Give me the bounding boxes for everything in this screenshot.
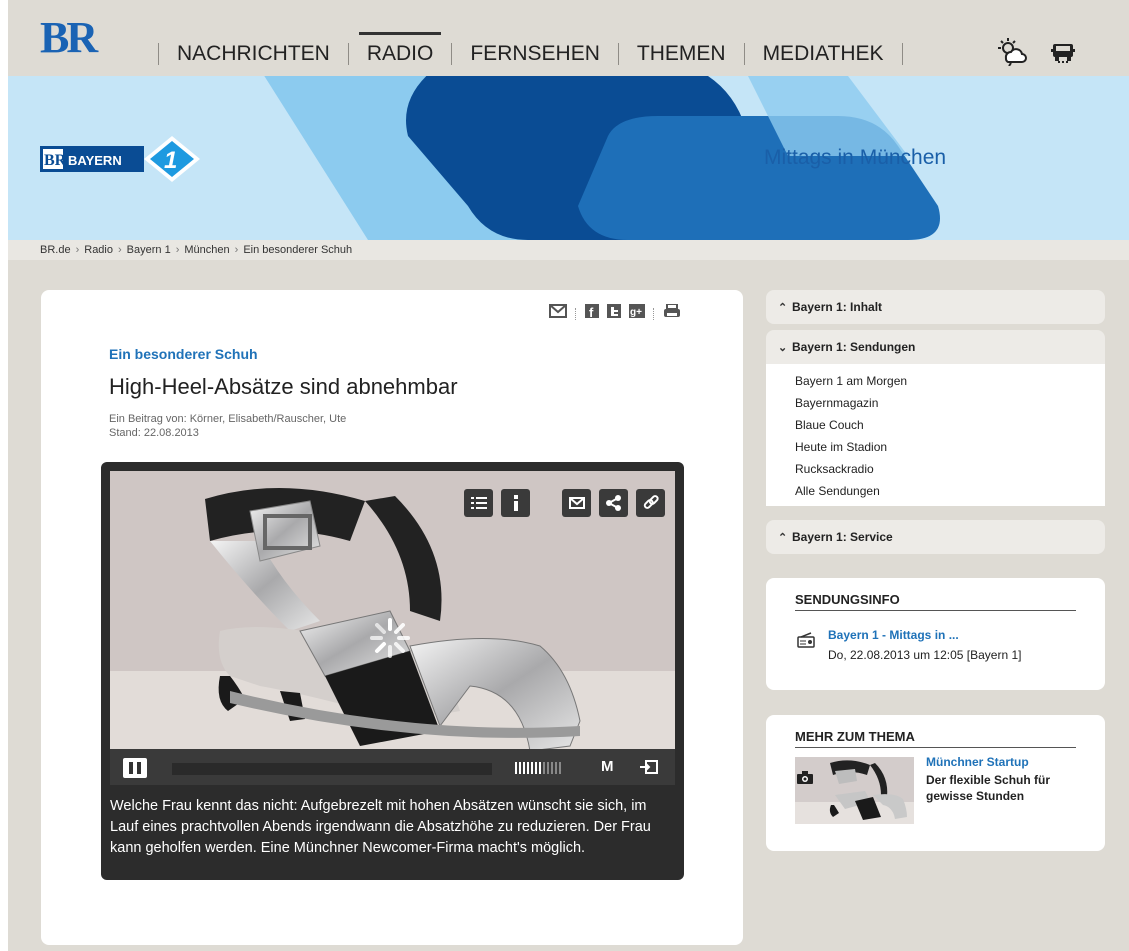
sendungsinfo-link[interactable]: Bayern 1 - Mittags in ... bbox=[828, 628, 959, 642]
svg-text:BAYERN: BAYERN bbox=[68, 153, 122, 168]
svg-text:1: 1 bbox=[164, 147, 177, 174]
nav-item-mediathek[interactable]: MEDIATHEK bbox=[755, 42, 892, 66]
sendungsinfo-box: SENDUNGSINFO Bayern 1 - Mittags in ... D… bbox=[766, 578, 1105, 690]
nav-separator bbox=[347, 43, 349, 65]
breadcrumb-item[interactable]: BR.de bbox=[40, 244, 71, 256]
show-title: Mittags in München bbox=[764, 146, 947, 169]
nav-item-nachrichten[interactable]: NACHRICHTEN bbox=[169, 42, 338, 66]
nav-separator bbox=[158, 43, 159, 65]
breadcrumb-current: Ein besonderer Schuh bbox=[243, 244, 353, 256]
main-nav: NACHRICHTEN RADIO FERNSEHEN THEMEN MEDIA… bbox=[148, 32, 913, 66]
article-meta: Ein Beitrag von: Körner, Elisabeth/Rausc… bbox=[109, 412, 346, 440]
accordion-label: Bayern 1: Inhalt bbox=[792, 300, 883, 314]
share-bar: f g+ bbox=[549, 303, 681, 323]
teaser-headline[interactable]: Der flexible Schuh für gewisse Stunden bbox=[926, 772, 1076, 804]
twitter-icon[interactable] bbox=[607, 304, 621, 323]
google-plus-icon[interactable]: g+ bbox=[629, 304, 645, 323]
list-item[interactable]: Alle Sendungen bbox=[795, 480, 1105, 502]
list-item[interactable]: Heute im Stadion bbox=[795, 436, 1105, 458]
quality-button[interactable]: M bbox=[601, 758, 614, 775]
accordion-label: Bayern 1: Sendungen bbox=[792, 340, 916, 354]
svg-text:f: f bbox=[589, 305, 594, 318]
mehr-zum-thema-title: MEHR ZUM THEMA bbox=[795, 729, 915, 744]
nav-separator bbox=[901, 43, 903, 65]
nav-separator bbox=[743, 43, 745, 65]
progress-bar[interactable] bbox=[172, 763, 492, 775]
exit-fullscreen-icon[interactable] bbox=[640, 760, 658, 779]
teaser-kicker[interactable]: Münchner Startup bbox=[926, 755, 1029, 769]
mehr-zum-thema-box: MEHR ZUM THEMA Münchner Startup Der flex… bbox=[766, 715, 1105, 851]
article-kicker: Ein besonderer Schuh bbox=[109, 346, 258, 362]
nav-separator bbox=[617, 43, 619, 65]
tool-icons bbox=[998, 38, 1076, 66]
list-item[interactable]: Bayern 1 am Morgen bbox=[795, 370, 1105, 392]
bayern1-logo[interactable]: BR BAYERN 1 bbox=[40, 134, 210, 189]
pause-button[interactable] bbox=[123, 758, 147, 778]
sendungsinfo-title: SENDUNGSINFO bbox=[795, 592, 900, 607]
svg-text:BR: BR bbox=[44, 152, 67, 169]
nav-item-fernsehen[interactable]: FERNSEHEN bbox=[462, 42, 608, 66]
sendungsinfo-time: Do, 22.08.2013 um 12:05 [Bayern 1] bbox=[828, 648, 1022, 662]
article-headline: High-Heel-Absätze sind abnehmbar bbox=[109, 374, 458, 399]
volume-bars[interactable] bbox=[515, 762, 561, 774]
radio-icon bbox=[797, 632, 815, 653]
video-top-left-icons bbox=[464, 489, 530, 517]
weather-icon[interactable] bbox=[998, 38, 1028, 66]
br-logo[interactable]: BR bbox=[40, 16, 98, 60]
list-item[interactable]: Rucksackradio bbox=[795, 458, 1105, 480]
mail-icon[interactable] bbox=[549, 304, 567, 323]
chapters-icon[interactable] bbox=[464, 489, 493, 517]
camera-icon bbox=[797, 771, 813, 789]
chevron-down-icon: ⌄ bbox=[778, 342, 788, 354]
svg-text:g+: g+ bbox=[630, 307, 642, 318]
facebook-icon[interactable]: f bbox=[585, 304, 599, 323]
video-caption: Welche Frau kennt das nicht: Aufgebrezel… bbox=[110, 798, 651, 856]
accordion-label: Bayern 1: Service bbox=[792, 530, 893, 544]
breadcrumb-item[interactable]: Bayern 1 bbox=[127, 244, 171, 256]
article-date: Stand: 22.08.2013 bbox=[109, 427, 199, 439]
accordion-service[interactable]: ⌃ Bayern 1: Service bbox=[766, 520, 1105, 554]
breadcrumb-item[interactable]: Radio bbox=[84, 244, 113, 256]
nav-item-radio[interactable]: RADIO bbox=[358, 32, 442, 66]
sendungen-list: Bayern 1 am Morgen Bayernmagazin Blaue C… bbox=[766, 364, 1105, 506]
accordion-inhalt[interactable]: ⌃ Bayern 1: Inhalt bbox=[766, 290, 1105, 324]
link-icon[interactable] bbox=[636, 489, 665, 517]
video-frame[interactable] bbox=[110, 471, 675, 761]
info-icon[interactable] bbox=[501, 489, 530, 517]
player-controls: M bbox=[110, 749, 675, 785]
list-item[interactable]: Blaue Couch bbox=[795, 414, 1105, 436]
chevron-up-icon: ⌃ bbox=[778, 302, 788, 314]
page: BR NACHRICHTEN RADIO FERNSEHEN THEMEN ME… bbox=[0, 0, 1129, 951]
article-author: Ein Beitrag von: Körner, Elisabeth/Rausc… bbox=[109, 413, 347, 425]
show-banner: BR BAYERN 1 Mittags in München bbox=[8, 76, 1129, 240]
mail-icon[interactable] bbox=[562, 489, 591, 517]
traffic-icon[interactable] bbox=[1050, 38, 1076, 66]
nav-item-themen[interactable]: THEMEN bbox=[629, 42, 734, 66]
chevron-up-icon: ⌃ bbox=[778, 532, 788, 544]
loading-spinner-icon bbox=[368, 616, 412, 665]
breadcrumb: BR.de › Radio › Bayern 1 › München › Ein besonde… bbox=[8, 240, 1129, 260]
breadcrumb-item[interactable]: München bbox=[184, 244, 229, 256]
accordion-sendungen[interactable]: ⌄ Bayern 1: Sendungen Bayern 1 am Morgen … bbox=[766, 330, 1105, 506]
nav-separator bbox=[451, 43, 453, 65]
print-icon[interactable] bbox=[663, 303, 681, 323]
teaser-image[interactable] bbox=[795, 757, 914, 824]
top-navigation: BR NACHRICHTEN RADIO FERNSEHEN THEMEN ME… bbox=[8, 0, 1129, 76]
video-player: M Welche Frau kennt das nicht: Aufgebrez… bbox=[101, 462, 684, 880]
share-icon[interactable] bbox=[599, 489, 628, 517]
list-item[interactable]: Bayernmagazin bbox=[795, 392, 1105, 414]
video-top-right-icons bbox=[562, 489, 665, 517]
article-card: f g+ Ein besonderer Schuh High-Heel-Absä… bbox=[41, 290, 743, 945]
